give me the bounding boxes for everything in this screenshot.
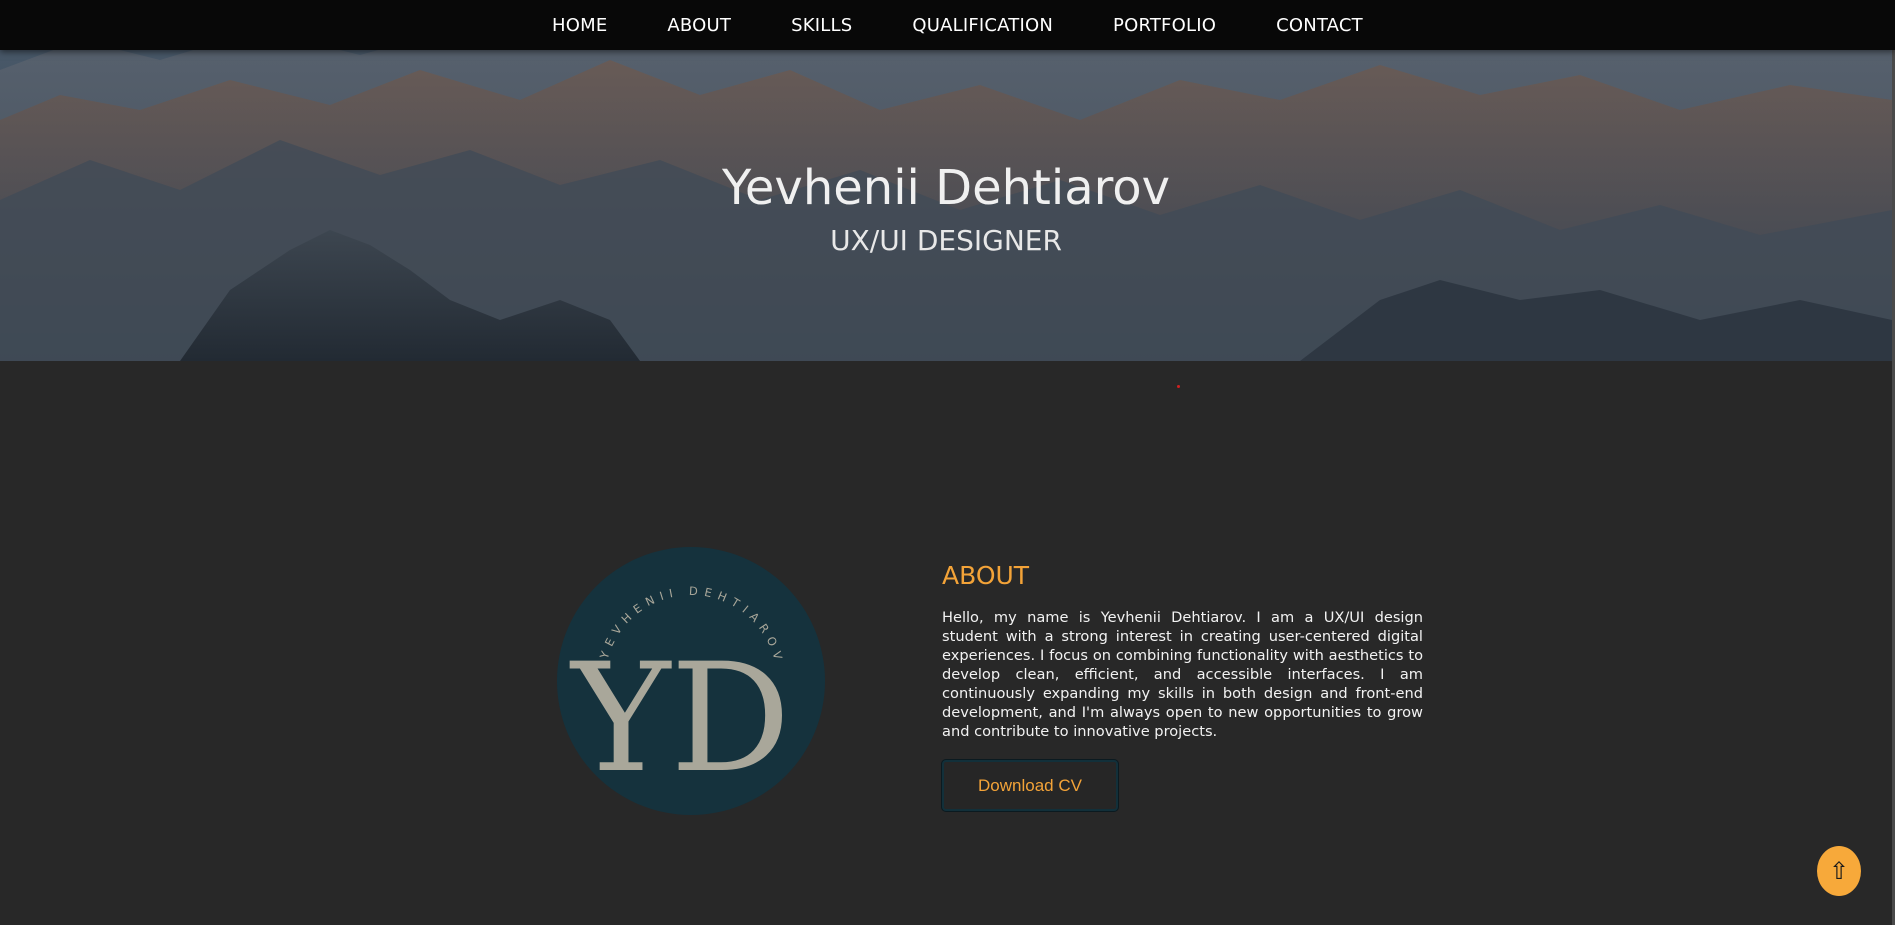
about-heading: ABOUT xyxy=(942,561,1030,590)
arrow-up-icon: ⇧ xyxy=(1828,857,1850,885)
nav-link-contact[interactable]: CONTACT xyxy=(1276,15,1363,36)
about-description: Hello, my name is Yevhenii Dehtiarov. I … xyxy=(942,609,1423,740)
logo-monogram-text: YD xyxy=(569,632,790,806)
scroll-to-top-button[interactable]: ⇧ xyxy=(1817,846,1861,896)
nav-link-home[interactable]: HOME xyxy=(552,15,607,36)
hero-subtitle: UX/UI DESIGNER xyxy=(830,224,1062,257)
nav-link-qualification[interactable]: QUALIFICATION xyxy=(912,15,1053,36)
nav-link-portfolio[interactable]: PORTFOLIO xyxy=(1113,15,1216,36)
hero-banner: Yevhenii Dehtiarov UX/UI DESIGNER xyxy=(0,0,1892,361)
decorative-dot xyxy=(1177,385,1180,388)
nav-link-about[interactable]: ABOUT xyxy=(667,15,731,36)
top-navigation: HOME ABOUT SKILLS QUALIFICATION PORTFOLI… xyxy=(0,0,1895,50)
hero-title: Yevhenii Dehtiarov xyxy=(721,160,1171,216)
nav-link-skills[interactable]: SKILLS xyxy=(791,15,852,36)
download-cv-button[interactable]: Download CV xyxy=(942,760,1118,811)
nav-links: HOME ABOUT SKILLS QUALIFICATION PORTFOLI… xyxy=(552,0,1363,50)
logo-monogram: YEVHENII DEHTIAROV YD xyxy=(555,545,827,817)
